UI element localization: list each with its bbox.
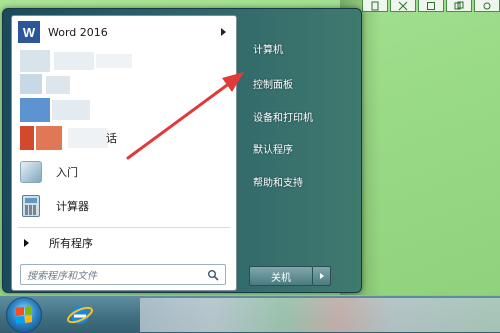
- right-item-control-panel[interactable]: 控制面板: [253, 76, 293, 91]
- submenu-arrow-icon[interactable]: [221, 28, 226, 36]
- all-programs-label: 所有程序: [49, 237, 93, 250]
- start-menu: W Word 2016 话 入门 计算器 所有程序 搜索程序和文件 计算机 控制…: [2, 8, 362, 293]
- right-item-computer[interactable]: 计算机: [253, 41, 283, 56]
- settings-icon[interactable]: [474, 0, 500, 12]
- search-placeholder: 搜索程序和文件: [27, 271, 97, 282]
- clipboard-icon[interactable]: [362, 0, 388, 12]
- search-icon[interactable]: [207, 269, 219, 281]
- right-item-default-programs[interactable]: 默认程序: [253, 141, 293, 156]
- all-programs-button[interactable]: 所有程序: [12, 232, 236, 254]
- right-item-devices-printers[interactable]: 设备和打印机: [253, 109, 313, 124]
- save-icon[interactable]: [418, 0, 444, 12]
- menu-divider: [18, 227, 230, 228]
- triangle-right-icon: [24, 239, 29, 247]
- taskbar-obscured-items: [140, 298, 500, 332]
- right-item-help-support[interactable]: 帮助和支持: [253, 174, 303, 189]
- internet-explorer-icon[interactable]: [60, 298, 100, 332]
- start-menu-left-pane: W Word 2016 话 入门 计算器 所有程序 搜索程序和文件: [11, 15, 237, 291]
- windows-logo-icon: [16, 306, 32, 324]
- triangle-right-icon: [319, 273, 324, 279]
- menu-item-getting-started[interactable]: 入门: [12, 158, 236, 186]
- shutdown-label: 关机: [271, 272, 291, 284]
- menu-item-label: Word 2016: [48, 25, 108, 39]
- obscured-item-label: 话: [106, 132, 117, 145]
- calculator-icon: [22, 195, 40, 217]
- menu-item-label: 计算器: [56, 200, 89, 213]
- expand-icon[interactable]: [390, 0, 416, 12]
- top-toolbar: [360, 0, 500, 12]
- shutdown-button[interactable]: 关机: [249, 266, 313, 286]
- search-input[interactable]: 搜索程序和文件: [20, 264, 226, 285]
- menu-item-calculator[interactable]: 计算器: [12, 192, 236, 220]
- copy-icon[interactable]: [446, 0, 472, 12]
- obscured-menu-items: 话: [12, 48, 236, 153]
- getting-started-icon: [20, 161, 42, 183]
- shutdown-options-button[interactable]: [313, 266, 331, 286]
- taskbar: [0, 295, 500, 333]
- menu-item-label: 入门: [56, 166, 78, 179]
- start-button[interactable]: [6, 297, 42, 333]
- menu-item-word[interactable]: W Word 2016: [12, 18, 236, 46]
- word-icon: W: [18, 21, 40, 43]
